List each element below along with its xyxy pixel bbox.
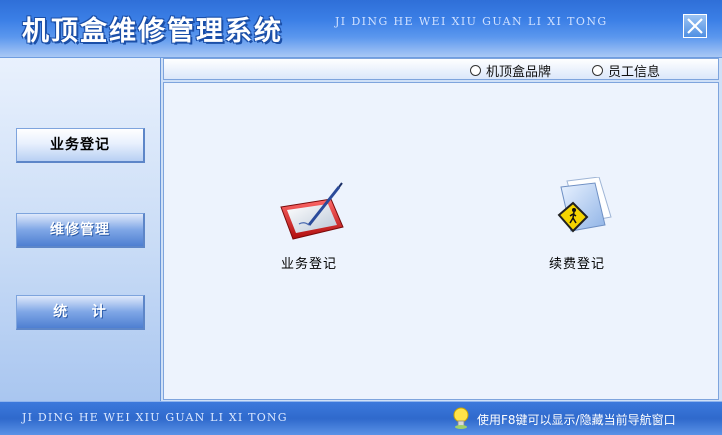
radio-icon	[470, 65, 481, 76]
top-link-bar: 机顶盒品牌 员工信息	[163, 58, 719, 80]
folder-pedestrian-icon	[557, 177, 612, 233]
tab-stb-brand-label: 机顶盒品牌	[486, 65, 552, 80]
title-bar: 机顶盒维修管理系统 JI DING HE WEI XIU GUAN LI XI …	[0, 0, 722, 58]
main-content: 业务登记 续费登记	[163, 82, 719, 400]
tablet-pen-icon	[280, 182, 344, 240]
app-title: 机顶盒维修管理系统	[22, 16, 283, 47]
app-subtitle: JI DING HE WEI XIU GUAN LI XI TONG	[335, 15, 608, 28]
lightbulb-icon	[453, 407, 469, 429]
sidebar-item-repair-management[interactable]: 维修管理	[16, 213, 145, 248]
sidebar-item-business-register[interactable]: 业务登记	[16, 128, 145, 163]
tile-renewal-register[interactable]: 续费登记	[522, 177, 632, 272]
close-x-icon	[687, 18, 703, 34]
tile-business-register[interactable]: 业务登记	[254, 177, 364, 272]
close-button[interactable]	[683, 14, 707, 38]
tile-business-register-label: 业务登记	[280, 257, 337, 272]
tab-stb-brand[interactable]: 机顶盒品牌	[470, 61, 551, 80]
tile-renewal-register-label: 续费登记	[548, 257, 605, 272]
tab-staff-info-label: 员工信息	[608, 65, 661, 80]
nav-toggle-hint: 使用F8键可以显示/隐藏当前导航窗口	[477, 413, 676, 427]
sidebar-item-statistics[interactable]: 统 计	[16, 295, 145, 330]
status-subtitle: JI DING HE WEI XIU GUAN LI XI TONG	[22, 411, 288, 424]
tab-staff-info[interactable]: 员工信息	[592, 61, 660, 80]
sidebar-nav: 业务登记 维修管理 统 计	[0, 58, 161, 401]
status-bar: JI DING HE WEI XIU GUAN LI XI TONG 使用F8键…	[0, 401, 722, 435]
radio-icon	[592, 65, 603, 76]
